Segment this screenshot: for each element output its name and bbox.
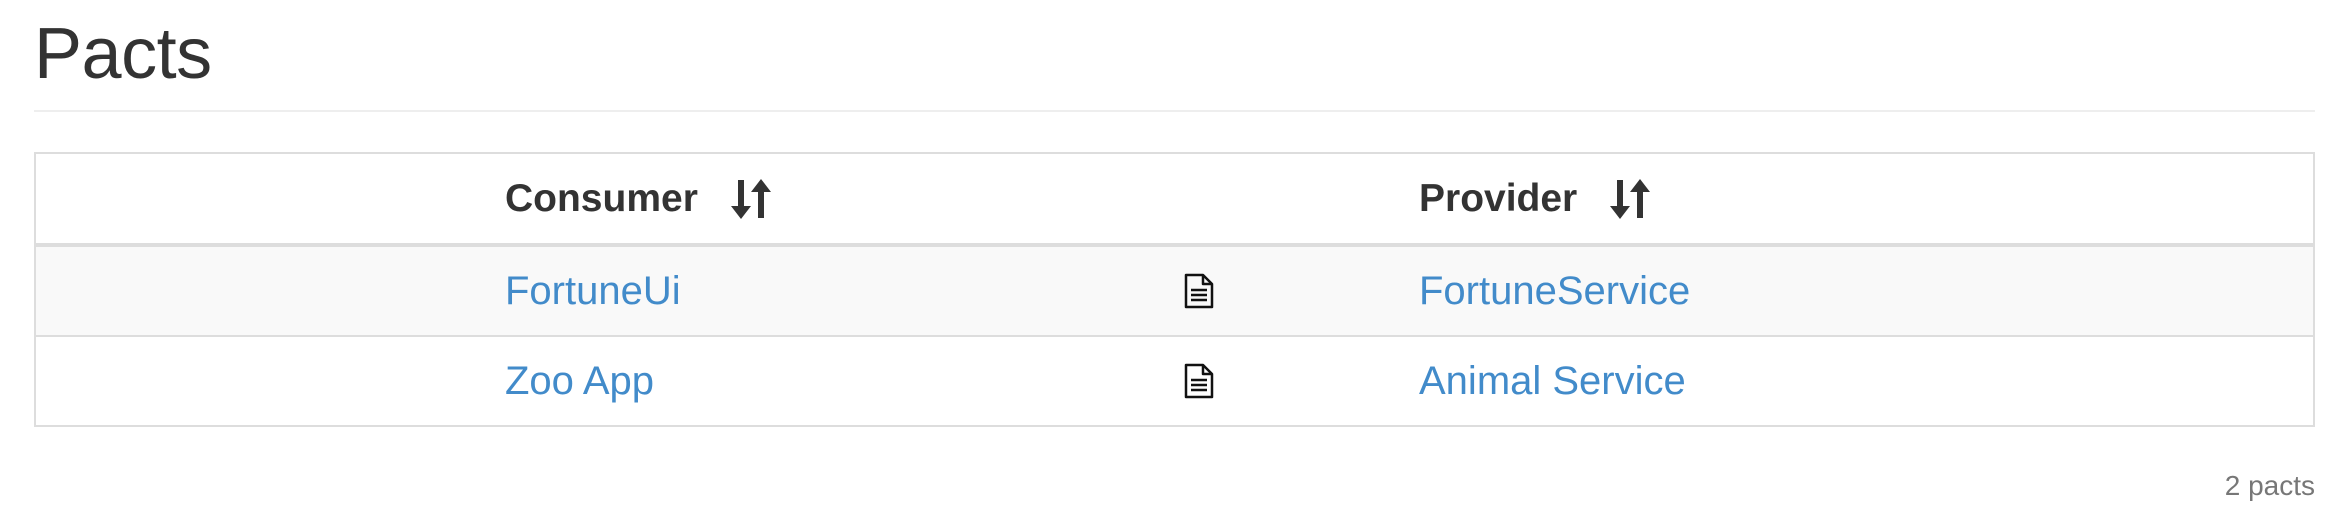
pact-count: 2 pacts — [2224, 470, 2315, 501]
consumer-cell: Zoo App — [505, 336, 1169, 426]
doc-cell — [1169, 245, 1419, 336]
document-icon[interactable] — [1184, 273, 1214, 309]
row-spacer — [35, 245, 505, 336]
provider-link[interactable]: FortuneService — [1419, 269, 1690, 313]
table-header-row: Consumer Provider — [35, 153, 2314, 245]
table-row: Zoo App Animal Service — [35, 336, 2314, 426]
provider-cell: Animal Service — [1419, 336, 2314, 426]
document-icon[interactable] — [1184, 363, 1214, 399]
header-spacer — [35, 153, 505, 245]
table-row: FortuneUi FortuneService — [35, 245, 2314, 336]
consumer-column-header[interactable]: Consumer — [505, 153, 1169, 245]
consumer-cell: FortuneUi — [505, 245, 1169, 336]
doc-column-header — [1169, 153, 1419, 245]
page-title: Pacts — [34, 14, 212, 94]
pacts-table: Consumer Provider FortuneUi FortuneServi… — [34, 152, 2315, 427]
title-divider — [34, 110, 2315, 112]
provider-link[interactable]: Animal Service — [1419, 359, 1686, 403]
provider-cell: FortuneService — [1419, 245, 2314, 336]
sort-up-down-icon[interactable] — [730, 176, 772, 222]
consumer-link[interactable]: Zoo App — [505, 359, 654, 403]
consumer-header-label: Consumer — [505, 176, 698, 220]
provider-column-header[interactable]: Provider — [1419, 153, 2314, 245]
sort-up-down-icon[interactable] — [1609, 176, 1651, 222]
consumer-link[interactable]: FortuneUi — [505, 269, 681, 313]
doc-cell — [1169, 336, 1419, 426]
provider-header-label: Provider — [1419, 176, 1578, 220]
row-spacer — [35, 336, 505, 426]
